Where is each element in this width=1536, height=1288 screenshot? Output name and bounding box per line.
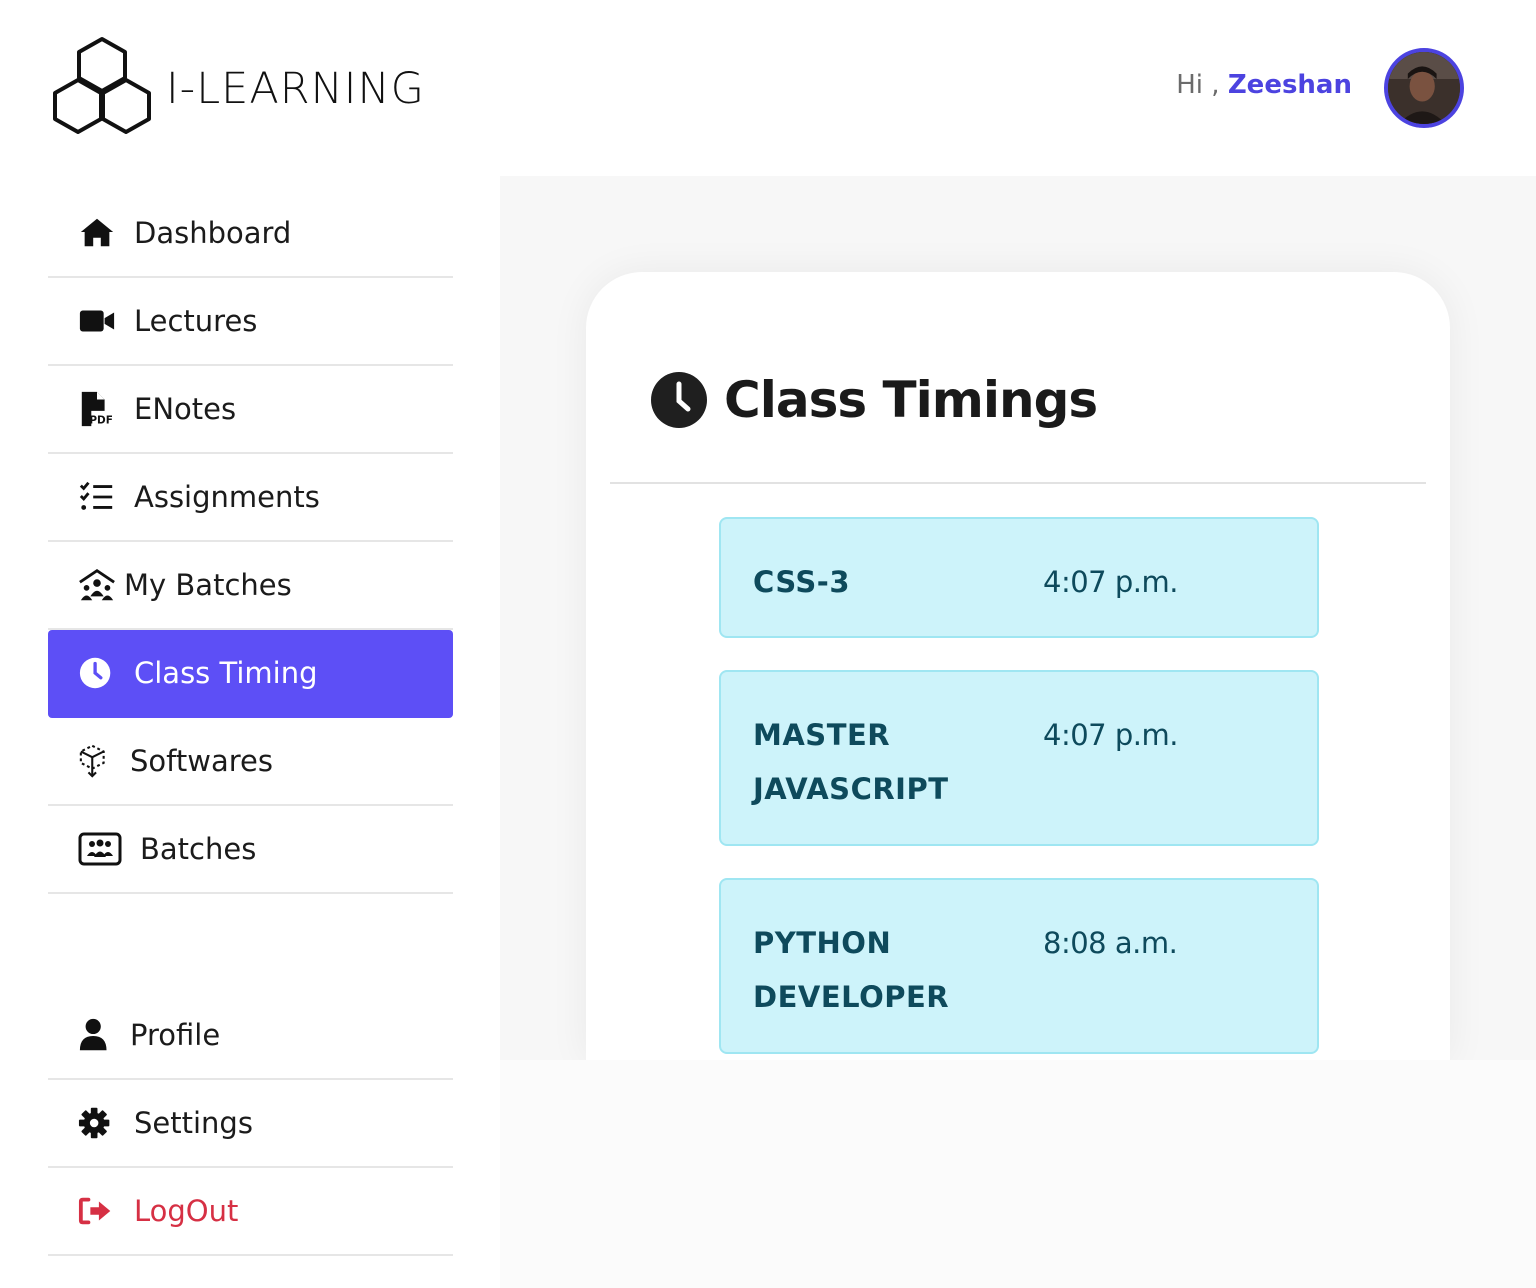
user-icon bbox=[78, 1015, 118, 1055]
avatar[interactable] bbox=[1384, 48, 1464, 128]
sidebar-item-settings[interactable]: Settings bbox=[48, 1080, 453, 1168]
cube-icon bbox=[78, 741, 118, 781]
app-root: I-LEARNING Dashboard Lectures PDF ENotes bbox=[0, 0, 1536, 1288]
greeting-prefix: Hi , bbox=[1176, 70, 1220, 100]
sidebar-nav: Dashboard Lectures PDF ENotes Assignment… bbox=[48, 190, 453, 894]
sidebar-item-label: Settings bbox=[134, 1106, 253, 1140]
avatar-photo-icon bbox=[1388, 52, 1460, 124]
user-greeting: Hi , Zeeshan bbox=[1176, 70, 1352, 100]
sidebar-bottom-nav: Profile Settings LogOut bbox=[48, 992, 453, 1256]
top-header: Hi , Zeeshan bbox=[500, 0, 1536, 176]
clock-icon bbox=[78, 653, 118, 693]
sidebar-item-label: Batches bbox=[140, 832, 257, 866]
sidebar-item-profile[interactable]: Profile bbox=[48, 992, 453, 1080]
timing-row: CSS-3 4:07 p.m. bbox=[719, 517, 1319, 638]
brand-name: I-LEARNING bbox=[166, 64, 425, 114]
people-roof-icon bbox=[78, 565, 118, 605]
gear-icon bbox=[78, 1103, 118, 1143]
user-name: Zeeshan bbox=[1227, 70, 1352, 100]
sidebar-item-softwares[interactable]: Softwares bbox=[48, 718, 453, 806]
sidebar-item-logout[interactable]: LogOut bbox=[48, 1168, 453, 1256]
home-icon bbox=[78, 213, 118, 253]
class-time: 4:07 p.m. bbox=[1043, 718, 1178, 752]
sidebar-item-enotes[interactable]: PDF ENotes bbox=[48, 366, 453, 454]
class-time: 8:08 a.m. bbox=[1043, 926, 1178, 960]
sidebar-item-assignments[interactable]: Assignments bbox=[48, 454, 453, 542]
video-icon bbox=[78, 301, 118, 341]
rectangle-group-icon bbox=[78, 829, 124, 869]
sidebar-item-label: Dashboard bbox=[134, 216, 292, 250]
sidebar-item-lectures[interactable]: Lectures bbox=[48, 278, 453, 366]
hexagon-logo-icon bbox=[53, 37, 151, 134]
clock-icon bbox=[651, 372, 707, 428]
logout-icon bbox=[78, 1191, 118, 1231]
timing-row: PYTHON DEVELOPER 8:08 a.m. bbox=[719, 878, 1319, 1054]
sidebar-item-my-batches[interactable]: My Batches bbox=[48, 542, 453, 630]
class-time: 4:07 p.m. bbox=[1043, 565, 1178, 599]
main-footer-area bbox=[500, 1060, 1536, 1288]
sidebar: I-LEARNING Dashboard Lectures PDF ENotes bbox=[0, 0, 500, 1288]
class-timings-card: Class Timings CSS-3 4:07 p.m. MASTER JAV… bbox=[586, 272, 1450, 1062]
sidebar-item-label: Softwares bbox=[130, 744, 273, 778]
sidebar-item-label: Profile bbox=[130, 1018, 221, 1052]
sidebar-item-label: Class Timing bbox=[134, 656, 318, 690]
course-name: CSS-3 bbox=[753, 565, 851, 599]
sidebar-item-dashboard[interactable]: Dashboard bbox=[48, 190, 453, 278]
svg-text:PDF: PDF bbox=[89, 414, 112, 426]
sidebar-item-label: Assignments bbox=[134, 480, 320, 514]
divider bbox=[610, 482, 1426, 484]
main-content: Class Timings CSS-3 4:07 p.m. MASTER JAV… bbox=[500, 176, 1536, 1062]
brand-logo[interactable]: I-LEARNING bbox=[52, 36, 472, 136]
sidebar-item-label: ENotes bbox=[134, 392, 237, 426]
sidebar-item-label: LogOut bbox=[134, 1194, 239, 1228]
pdf-icon: PDF bbox=[78, 389, 118, 429]
sidebar-item-label: My Batches bbox=[124, 568, 292, 602]
course-name: PYTHON DEVELOPER bbox=[753, 926, 950, 1014]
card-header: Class Timings bbox=[650, 368, 1098, 432]
sidebar-item-class-timing[interactable]: Class Timing bbox=[48, 630, 453, 718]
checklist-icon bbox=[78, 477, 118, 517]
page-title: Class Timings bbox=[724, 371, 1098, 429]
course-name: MASTER JAVASCRIPT bbox=[753, 718, 949, 806]
timing-row: MASTER JAVASCRIPT 4:07 p.m. bbox=[719, 670, 1319, 846]
sidebar-item-batches[interactable]: Batches bbox=[48, 806, 453, 894]
sidebar-item-label: Lectures bbox=[134, 304, 258, 338]
